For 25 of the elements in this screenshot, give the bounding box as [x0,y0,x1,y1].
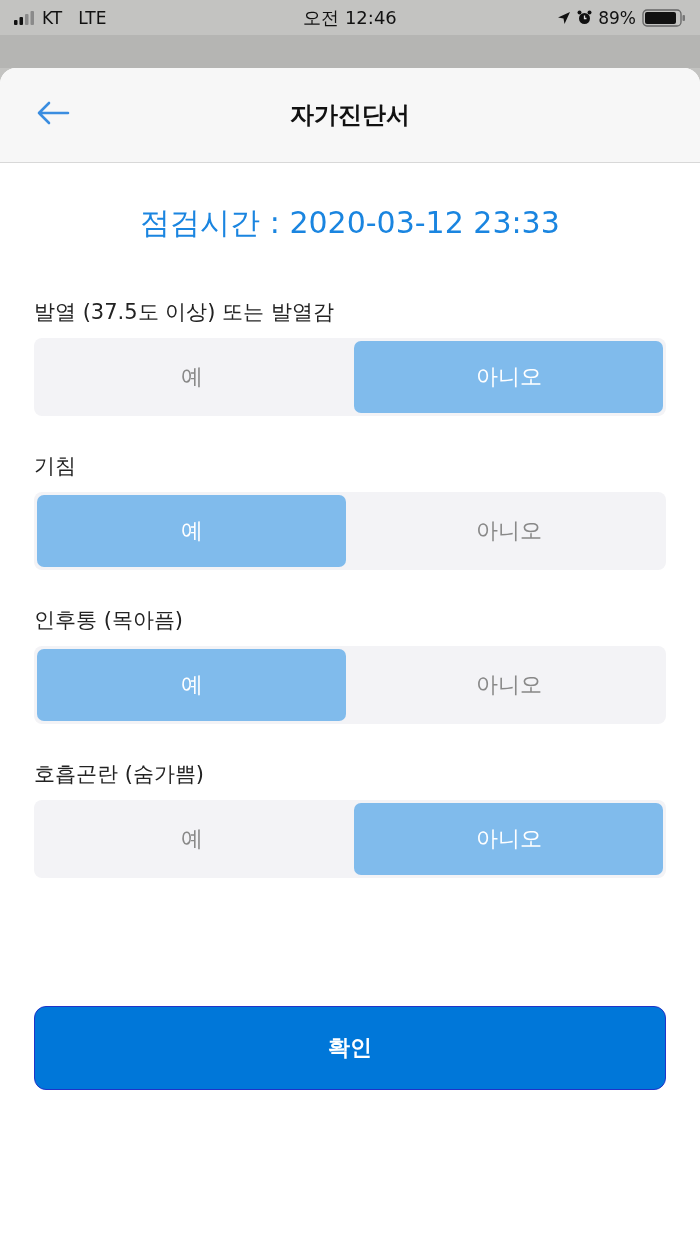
check-time: 점검시간 : 2020-03-12 23:33 [139,204,561,242]
answer-option[interactable]: 예 [37,341,346,413]
alarm-clock-icon [577,10,593,25]
battery-percent: 89% [598,7,636,28]
battery-icon [642,8,686,27]
network-type: LTE [78,7,107,28]
status-time: 오전 12:46 [303,5,397,30]
answer-option[interactable]: 예 [37,803,346,875]
location-arrow-icon [557,10,572,25]
question-label: 인후통 (목아픔) [34,607,185,634]
question-label: 발열 (37.5도 이상) 또는 발열감 [34,299,335,326]
carrier-name: KT [42,7,63,28]
back-arrow-icon [36,101,70,125]
answer-option[interactable]: 예 [37,649,346,721]
back-button[interactable] [36,101,70,125]
answer-option[interactable]: 아니오 [354,803,663,875]
screen-title: 자가진단서 [290,100,410,131]
confirm-button[interactable]: 확인 [34,1006,666,1090]
answer-option[interactable]: 아니오 [354,341,663,413]
answer-option[interactable]: 예 [37,495,346,567]
answer-option[interactable]: 아니오 [354,495,663,567]
question-label: 기침 [34,453,77,480]
signal-icon [14,10,36,25]
answer-option[interactable]: 아니오 [354,649,663,721]
question-label: 호흡곤란 (숨가쁨) [34,761,206,788]
